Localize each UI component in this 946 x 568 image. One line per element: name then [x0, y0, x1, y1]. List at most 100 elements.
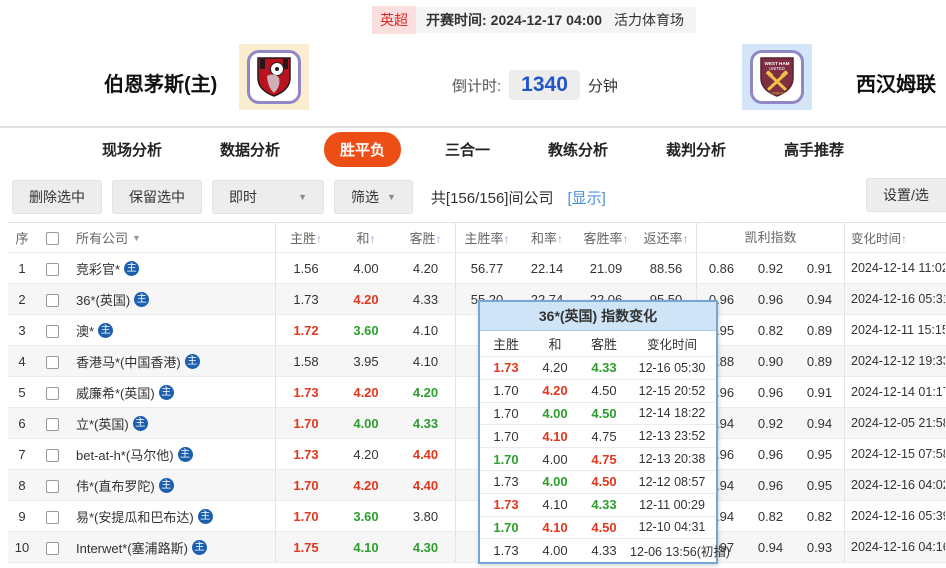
select-all-checkbox[interactable]: [36, 230, 68, 246]
col-draw-odds[interactable]: 和↑: [336, 228, 396, 247]
tab-高手推荐[interactable]: 高手推荐: [770, 132, 858, 167]
col-return-rate[interactable]: 返还率↑: [636, 223, 697, 252]
settings-button[interactable]: 设置/选: [866, 178, 946, 212]
company-cell[interactable]: 香港马*(中国香港) 主: [68, 346, 276, 376]
checkbox-icon[interactable]: [45, 510, 59, 524]
col-home-rate[interactable]: 主胜率↑: [456, 228, 518, 247]
company-cell[interactable]: 36*(英国) 主: [68, 284, 276, 314]
checkbox-icon[interactable]: [45, 479, 59, 493]
popup-history-row: 1.70 4.00 4.50 12-14 18:22: [480, 403, 716, 426]
countdown-value: 1340: [509, 70, 580, 100]
draw-odds: 4.20: [353, 384, 379, 400]
away-odds: 4.20: [396, 377, 456, 407]
table-header-row: 序 所有公司 ▼ 主胜↑ 和↑ 客胜↑ 主胜率↑ 和率↑ 客胜率↑ 返还率↑ 凯…: [8, 223, 946, 253]
popup-col-time: 变化时间: [646, 338, 697, 352]
company-name[interactable]: 竞彩官*: [76, 259, 120, 278]
col-company[interactable]: 所有公司 ▼: [68, 223, 276, 252]
countdown-unit: 分钟: [587, 77, 618, 95]
checkbox-icon[interactable]: [45, 417, 59, 431]
col-company-label: 所有公司: [76, 231, 129, 246]
filter-dropdown[interactable]: 筛选 ▼: [334, 180, 413, 214]
company-name[interactable]: 澳*: [76, 321, 94, 340]
host-marker-icon: 主: [177, 446, 193, 462]
checkbox-icon[interactable]: [45, 541, 59, 555]
popup-history-row: 1.73 4.00 4.33 12-06 13:56(初指): [480, 539, 730, 562]
change-time: 2024-12-15 07:58: [851, 447, 945, 461]
col-change-time[interactable]: 变化时间↑: [845, 228, 945, 247]
company-name[interactable]: 威廉希*(英国): [76, 383, 155, 402]
venue-name: 活力体育场: [613, 12, 684, 28]
away-odds: 4.40: [396, 470, 456, 500]
company-name[interactable]: Interwet*(塞浦路斯): [76, 538, 188, 557]
tab-三合一[interactable]: 三合一: [431, 132, 504, 167]
company-cell[interactable]: bet-at-h*(马尔他) 主: [68, 439, 276, 469]
checkbox-icon[interactable]: [45, 262, 59, 276]
away-odds: 3.80: [396, 501, 456, 531]
analysis-tabbar: 现场分析 数据分析 胜平负 三合一 教练分析 裁判分析 高手推荐: [0, 126, 946, 170]
company-name[interactable]: bet-at-h*(马尔他): [76, 445, 174, 464]
popup-history-row: 1.70 4.00 4.75 12-13 20:38: [480, 448, 716, 471]
table-row: 1 竞彩官* 主 1.56 4.00 4.20 56.77 22.14 21.09 88.56 0.…: [8, 253, 946, 284]
company-cell[interactable]: 易*(安提瓜和巴布达) 主: [68, 501, 276, 531]
col-seq: 序: [15, 231, 29, 246]
change-time: 2024-12-14 01:17: [851, 385, 945, 399]
instant-odds-value: 即时: [229, 189, 257, 205]
company-count-text: 共[156/156]间公司: [430, 189, 554, 207]
col-draw-rate[interactable]: 和率↑: [518, 228, 576, 247]
away-odds: 4.40: [396, 439, 456, 469]
company-name[interactable]: 香港马*(中国香港): [76, 352, 181, 371]
tab-教练分析[interactable]: 教练分析: [534, 132, 622, 167]
row-seq: 4: [18, 353, 26, 369]
host-marker-icon: 主: [184, 353, 200, 369]
show-link[interactable]: [显示]: [567, 187, 605, 208]
checkbox-icon[interactable]: [45, 448, 59, 462]
sort-up-icon: ↑: [901, 232, 908, 246]
popup-header-row: 主胜 和 客胜 变化时间: [480, 331, 716, 357]
svg-text:UNITED: UNITED: [769, 66, 785, 71]
company-name[interactable]: 立*(英国): [76, 414, 129, 433]
kelly-away: 0.94: [795, 408, 845, 438]
table-row: 8 伟*(直布罗陀) 主 1.70 4.20 4.40 0.94 0.96 0.95 2024-1…: [8, 470, 946, 501]
tab-裁判分析[interactable]: 裁判分析: [652, 132, 740, 167]
company-cell[interactable]: 澳* 主: [68, 315, 276, 345]
company-name[interactable]: 36*(英国): [76, 290, 130, 309]
sort-up-icon: ↑: [622, 232, 629, 246]
company-cell[interactable]: 竞彩官* 主: [68, 253, 276, 283]
company-name[interactable]: 伟*(直布罗陀): [76, 476, 155, 495]
row-checkbox-cell: [36, 477, 68, 493]
popup-change-time: 12-11 00:29: [639, 497, 705, 512]
col-away-rate[interactable]: 客胜率↑: [576, 228, 636, 247]
company-cell[interactable]: 威廉希*(英国) 主: [68, 377, 276, 407]
checkbox-icon[interactable]: [45, 293, 59, 307]
company-cell[interactable]: Interwet*(塞浦路斯) 主: [68, 532, 276, 562]
company-cell[interactable]: 伟*(直布罗陀) 主: [68, 470, 276, 500]
kelly-draw: 0.94: [757, 539, 784, 555]
col-away-odds[interactable]: 客胜↑: [396, 223, 456, 252]
popup-away-odds: 4.75: [591, 451, 617, 467]
checkbox-icon[interactable]: [45, 324, 59, 338]
home-rate: 56.77: [470, 260, 504, 276]
draw-odds: 4.20: [353, 291, 379, 307]
tab-数据分析[interactable]: 数据分析: [206, 132, 294, 167]
delete-selected-button[interactable]: 删除选中: [12, 180, 102, 214]
tab-胜平负[interactable]: 胜平负: [323, 131, 401, 167]
checkbox-icon[interactable]: [45, 386, 59, 400]
tab-现场分析[interactable]: 现场分析: [88, 132, 176, 167]
col-home-odds[interactable]: 主胜↑: [276, 228, 336, 247]
popup-home-odds: 1.70: [493, 428, 519, 444]
company-cell[interactable]: 立*(英国) 主: [68, 408, 276, 438]
popup-home-odds: 1.70: [493, 451, 519, 467]
checkbox-icon[interactable]: [45, 232, 59, 246]
row-seq: 10: [14, 539, 30, 555]
instant-odds-select[interactable]: 即时 ▼: [212, 180, 324, 214]
popup-history-row: 1.70 4.10 4.75 12-13 23:52: [480, 425, 716, 449]
away-odds: 4.10: [396, 315, 456, 345]
kelly-draw: 0.96: [757, 446, 784, 462]
keep-selected-button[interactable]: 保留选中: [112, 180, 202, 214]
page: 英超 开赛时间: 2024-12-17 04:00 活力体育场 伯恩茅斯(主) …: [0, 0, 946, 568]
draw-odds: 3.60: [353, 508, 379, 524]
company-name[interactable]: 易*(安提瓜和巴布达): [76, 507, 194, 526]
away-odds: 4.10: [396, 346, 456, 376]
checkbox-icon[interactable]: [45, 355, 59, 369]
table-body: 1 竞彩官* 主 1.56 4.00 4.20 56.77 22.14 21.09 88.56 0.…: [8, 253, 946, 563]
